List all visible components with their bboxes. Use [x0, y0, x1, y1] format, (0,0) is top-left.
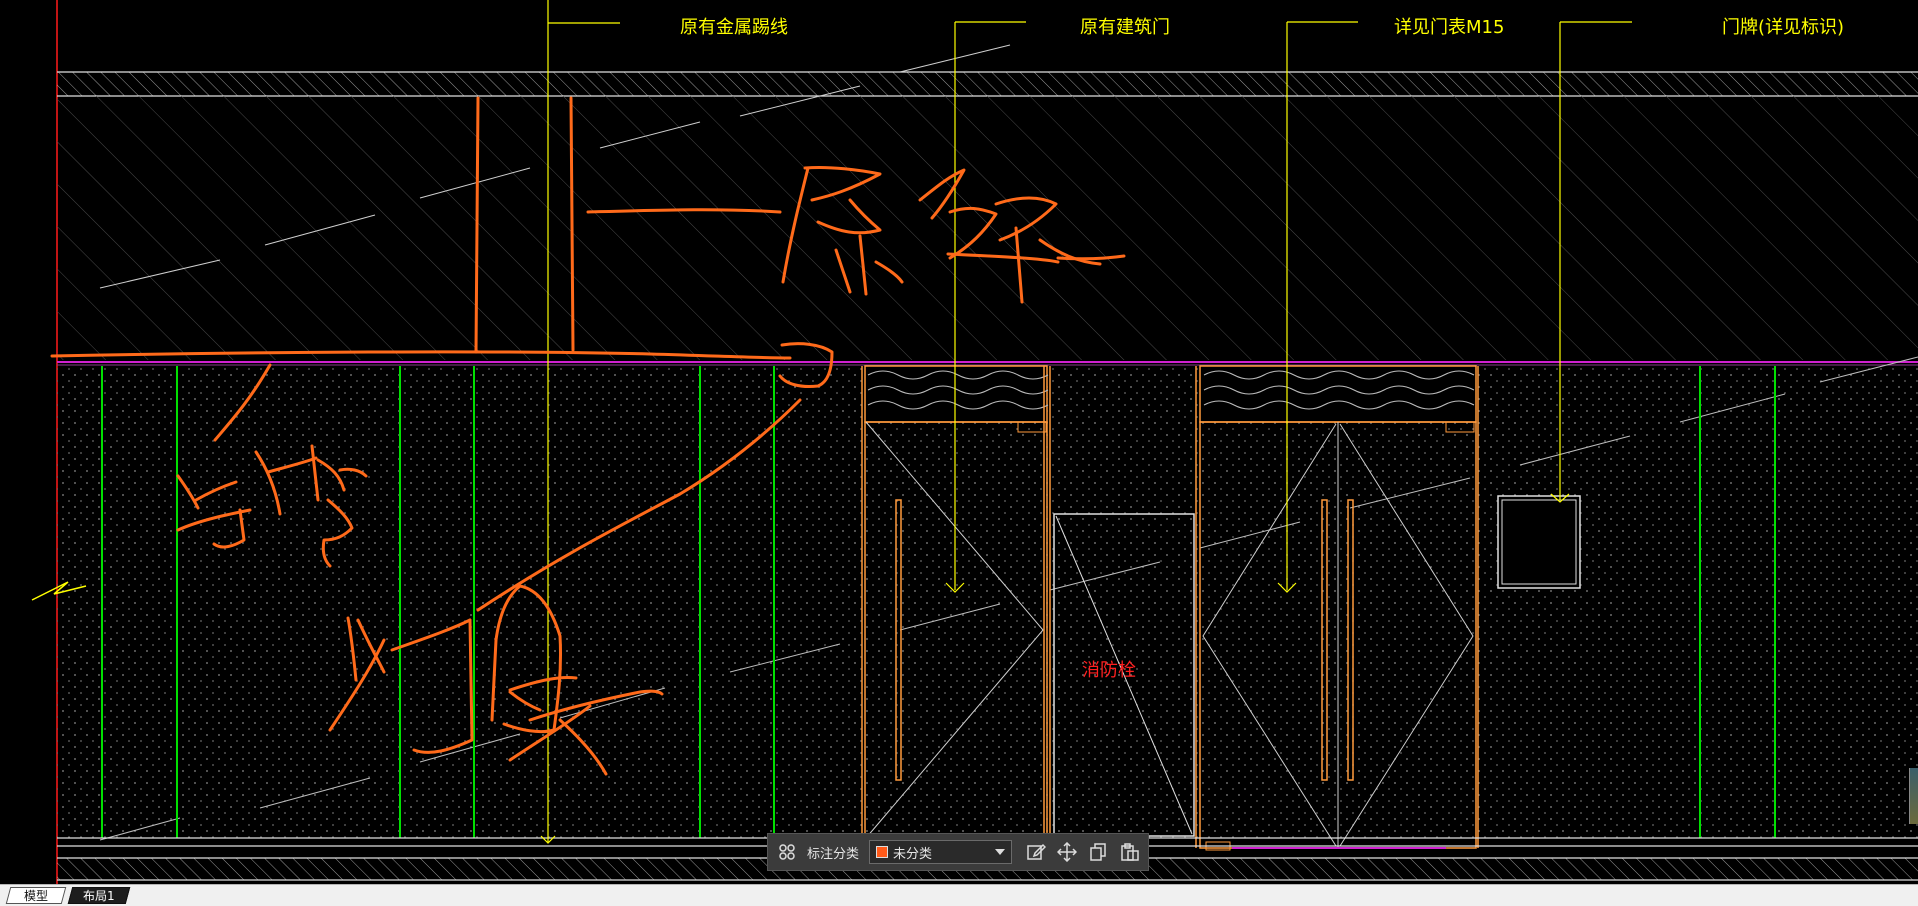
door-sign-plate[interactable]: [1497, 495, 1581, 589]
cad-drawing-canvas[interactable]: 消防栓 原有金属踢线 原有建筑门 详见门表M15 门牌(详见标识): [0, 0, 1918, 884]
copy-icon[interactable]: [1086, 839, 1111, 865]
category-select[interactable]: 未分类: [869, 840, 1012, 864]
right-scroll-handle[interactable]: [1909, 768, 1918, 824]
annotation-toolbar: 标注分类 未分类: [767, 833, 1149, 871]
cad-viewer[interactable]: 消防栓 原有金属踢线 原有建筑门 详见门表M15 门牌(详见标识) 标注分类 未…: [0, 0, 1918, 906]
category-label: 标注分类: [807, 846, 860, 862]
paste-icon[interactable]: [1117, 839, 1142, 865]
label-door-table: 详见门表M15: [1394, 17, 1504, 38]
tab-layout1[interactable]: 布局1: [67, 887, 131, 904]
tab-model[interactable]: 模型: [5, 887, 67, 904]
label-existing-door: 原有建筑门: [1080, 17, 1170, 38]
edit-icon[interactable]: [1024, 839, 1049, 865]
hydrant-label: 消防栓: [1082, 660, 1136, 681]
move-icon[interactable]: [1055, 839, 1080, 865]
tab-layout1-label: 布局1: [83, 889, 115, 903]
category-value: 未分类: [893, 846, 933, 862]
wall-panel-zone: [57, 366, 1918, 838]
top-beam-strip: [57, 71, 1918, 97]
grid-icon[interactable]: [774, 839, 799, 865]
tab-model-label: 模型: [23, 889, 48, 903]
chevron-down-icon: [994, 849, 1005, 855]
layout-tab-bar: 模型 布局1: [0, 884, 1918, 906]
label-door-sign: 门牌(详见标识): [1722, 17, 1844, 38]
category-color-swatch: [876, 846, 889, 858]
label-metal-trim: 原有金属踢线: [680, 17, 788, 38]
